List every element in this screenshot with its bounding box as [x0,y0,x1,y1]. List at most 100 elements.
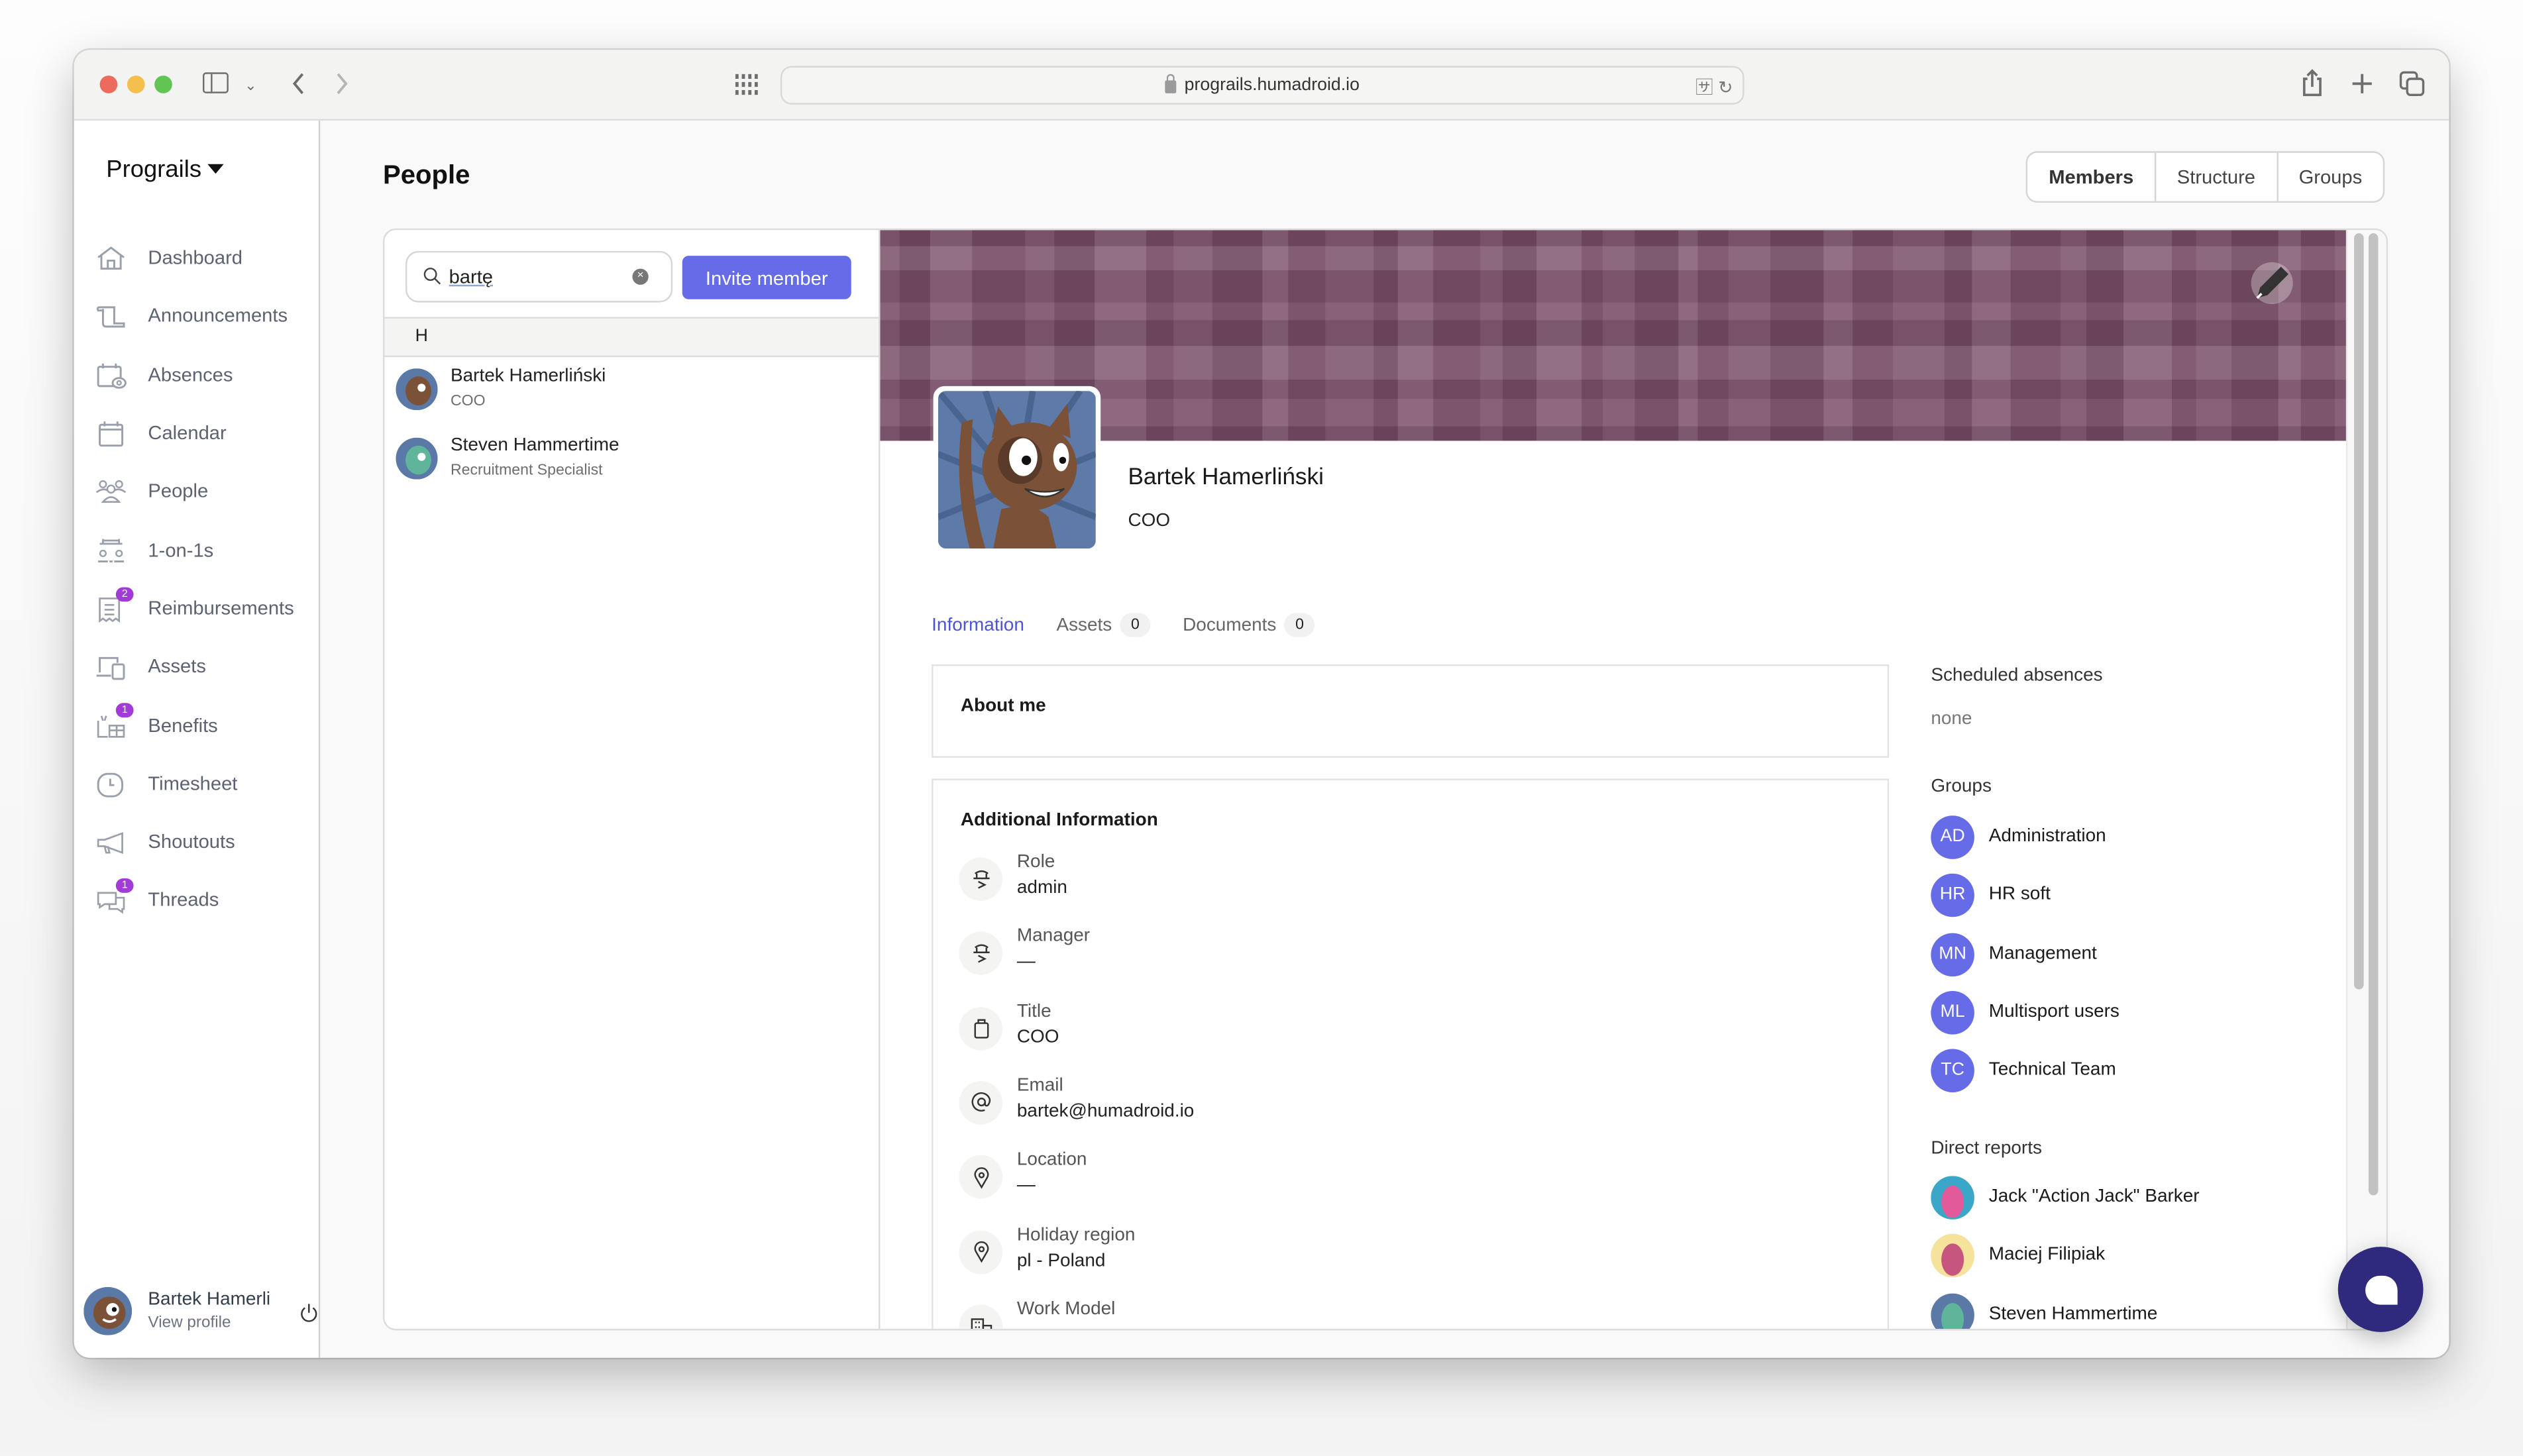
sidebar-item-absences[interactable]: Absences [74,345,319,403]
info-label: Work Model [1016,1299,1116,1319]
info-row-title: Title COO [959,1002,1602,1059]
scrollbar-thumb-outer[interactable] [2368,233,2379,1196]
group-item[interactable]: TC Technical Team [1931,1049,2347,1094]
person-name: Steven Hammertime [451,436,619,456]
user-name: Bartek Hamerli [148,1290,271,1310]
tab-label: Documents [1183,615,1277,635]
back-icon[interactable] [290,71,305,100]
edit-cover-button[interactable] [2251,262,2293,305]
list-item[interactable]: Bartek Hamerliński COO [384,356,879,420]
list-item[interactable]: Steven Hammertime Recruitment Specialist [384,425,879,489]
profile-name: Bartek Hamerliński [1128,464,1324,491]
app: Prograils Dashboard Announcements Absences… [74,121,2449,1358]
minimize-window-button[interactable] [127,76,145,93]
sidebar-item-label: Dashboard [148,246,243,269]
sidebar-item-shoutouts[interactable]: Shoutouts [74,812,319,870]
direct-report-item[interactable]: Maciej Filipiak [1931,1234,2347,1279]
clear-search-icon[interactable]: × [632,268,649,285]
chat-support-button[interactable] [2337,1247,2424,1332]
search-input[interactable] [449,260,626,293]
tab-information[interactable]: Information [932,615,1024,635]
sidebar-item-calendar[interactable]: Calendar [74,403,319,462]
address-bar[interactable]: prograils.humadroid.io 🈂 ↻ [780,66,1745,105]
plaid-stripe [880,246,2348,271]
tab-members[interactable]: Members [2028,152,2157,201]
plaid-stripe [880,346,2348,380]
additional-info-title: Additional Information [960,811,1158,831]
workspace-switcher[interactable]: Prograils [106,156,225,183]
new-tab-icon[interactable] [2351,72,2373,98]
tab-groups[interactable]: Groups [2278,153,2383,201]
tab-assets[interactable]: Assets 0 [1056,613,1151,637]
profile-photo[interactable] [933,386,1101,554]
reload-icon[interactable]: ↻ [1718,79,1733,98]
tabs-overview-icon[interactable] [2399,71,2425,100]
person-name: Bartek Hamerliński [451,366,606,386]
tab-documents[interactable]: Documents 0 [1183,613,1315,637]
sidebar-item-label: Timesheet [148,772,238,795]
tab-overview-grid-icon[interactable] [735,74,758,98]
group-name: HR soft [1988,885,2051,905]
sidebar-toggle-icon[interactable] [203,72,229,93]
tab-structure[interactable]: Structure [2156,152,2279,201]
group-avatar: HR [1931,874,1974,918]
view-switcher: Members Structure Groups [2026,151,2385,203]
forward-icon[interactable] [335,71,350,100]
sidebar-item-label: Calendar [148,421,227,444]
sidebar-item-label: Announcements [148,305,288,328]
sidebar-item-label: Reimbursements [148,596,294,619]
direct-report-item[interactable]: Steven Hammertime [1931,1292,2347,1329]
invite-member-button[interactable]: Invite member [682,256,851,299]
group-name: Management [1988,943,2097,963]
view-profile-link[interactable]: View profile [148,1314,231,1332]
info-value[interactable]: bartek@humadroid.io [1017,1102,1194,1121]
briefcase-icon [959,1006,1003,1050]
logout-power-icon[interactable] [299,1302,319,1322]
info-row-holiday-region: Holiday region pl - Poland [959,1225,1602,1282]
group-name: Technical Team [1988,1060,2116,1080]
close-window-button[interactable] [99,76,118,93]
at-icon [959,1080,1003,1125]
translate-reload-icons[interactable]: 🈂 ↻ [1695,74,1733,100]
tab-count-badge: 0 [1120,613,1151,637]
info-label: Location [1016,1150,1087,1170]
sidebar-item-threads[interactable]: Threads 1 [74,871,319,929]
profile-tabs: Information Assets 0 Documents 0 [932,613,1347,637]
group-item[interactable]: ML Multisport users [1931,990,2347,1036]
pencil-icon [2256,266,2288,299]
share-icon[interactable] [2301,69,2324,99]
meeting-icon [95,535,127,564]
maximize-window-button[interactable] [154,76,172,93]
group-item[interactable]: MN Management [1931,932,2347,978]
plaid-stripe [880,320,2348,346]
scrollbar-track[interactable] [2345,230,2387,1329]
current-user[interactable]: Bartek Hamerli View profile [83,1286,319,1339]
scrollbar-thumb[interactable] [2354,233,2364,990]
info-row-role: Role admin [959,853,1602,910]
sidebar-item-assets[interactable]: Assets [74,637,319,696]
sidebar-item-people[interactable]: People [74,462,319,520]
avatar[interactable] [83,1286,133,1335]
notification-badge: 2 [115,586,134,601]
page-title: People [383,160,470,190]
sidebar-item-timesheet[interactable]: Timesheet [74,754,319,812]
lock-icon [1165,74,1177,93]
letter-group-header: H [384,317,879,358]
group-item[interactable]: HR HR soft [1931,874,2347,919]
search-field[interactable]: × [405,250,673,303]
group-item[interactable]: AD Administration [1931,815,2347,860]
sidebar-item-label: Threads [148,888,219,911]
direct-report-item[interactable]: Jack "Action Jack" Barker [1931,1176,2347,1221]
sidebar-item-dashboard[interactable]: Dashboard [74,229,319,287]
sidebar-item-announcements[interactable]: Announcements [74,287,319,345]
map-pin-icon [959,1155,1003,1199]
url-text: prograils.humadroid.io [1184,76,1360,95]
direct-reports-title: Direct reports [1931,1139,2042,1159]
sidebar-item-reimbursements[interactable]: Reimbursements 2 [74,579,319,637]
scroll-icon [95,301,127,331]
translate-icon[interactable]: 🈂 [1695,79,1713,98]
sidebar-item-benefits[interactable]: Benefits 1 [74,696,319,754]
info-label: Manager [1016,927,1091,947]
chevron-down-icon[interactable]: ⌄ [244,74,256,97]
sidebar-item-1-on-1s[interactable]: 1-on-1s [74,521,319,579]
